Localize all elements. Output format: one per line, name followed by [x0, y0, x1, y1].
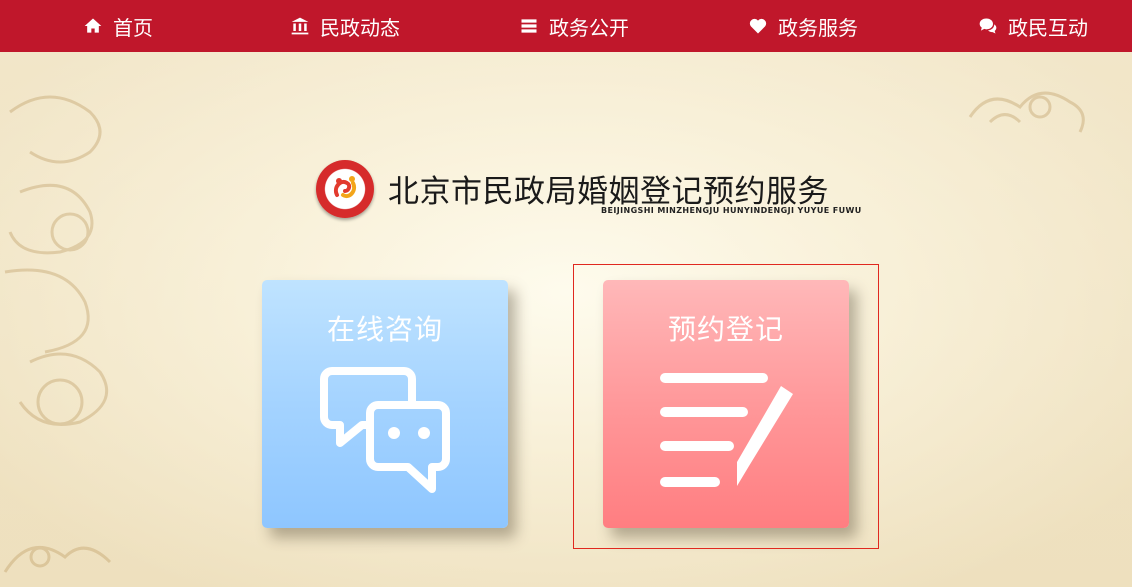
- cloud-ornament-bottom-left: [3, 546, 112, 573]
- online-consult-card[interactable]: 在线咨询: [262, 280, 508, 528]
- civil-affairs-logo: [316, 160, 374, 218]
- home-icon: [82, 15, 104, 37]
- page-subtitle: BEIJINGSHI MINZHENGJU HUNYINDENGJI YUYUE…: [601, 206, 862, 215]
- chat-icon: [977, 15, 999, 37]
- nav-item-public-affairs[interactable]: 政务公开: [518, 0, 629, 52]
- nav-item-label: 民政动态: [320, 15, 400, 40]
- cloud-ornament-right: [968, 91, 1085, 133]
- dragon-ornament-left: [4, 95, 109, 426]
- logo-emblem-icon: [328, 172, 362, 206]
- selection-highlight-box: [573, 264, 879, 549]
- site-title-block: 北京市民政局婚姻登记预约服务 BEIJINGSHI MINZHENGJU HUN…: [316, 160, 876, 220]
- nav-item-news[interactable]: 民政动态: [289, 0, 400, 52]
- stack-icon: [518, 15, 540, 37]
- nav-item-label: 首页: [113, 15, 153, 40]
- nav-item-label: 政民互动: [1008, 15, 1088, 40]
- nav-item-services[interactable]: 政务服务: [747, 0, 858, 52]
- institution-icon: [289, 15, 311, 37]
- page-background: [0, 52, 1132, 587]
- chat-bubbles-icon: [320, 367, 450, 493]
- nav-item-label: 政务公开: [549, 15, 629, 40]
- nav-item-interaction[interactable]: 政民互动: [977, 0, 1088, 52]
- heart-icon: [747, 15, 769, 37]
- nav-item-home[interactable]: 首页: [82, 0, 153, 52]
- page-title: 北京市民政局婚姻登记预约服务: [388, 174, 829, 210]
- nav-item-label: 政务服务: [778, 15, 858, 40]
- top-navigation-bar: 首页 民政动态 政务公开 政务服务 政民互动: [0, 0, 1132, 52]
- card-label: 在线咨询: [326, 313, 443, 346]
